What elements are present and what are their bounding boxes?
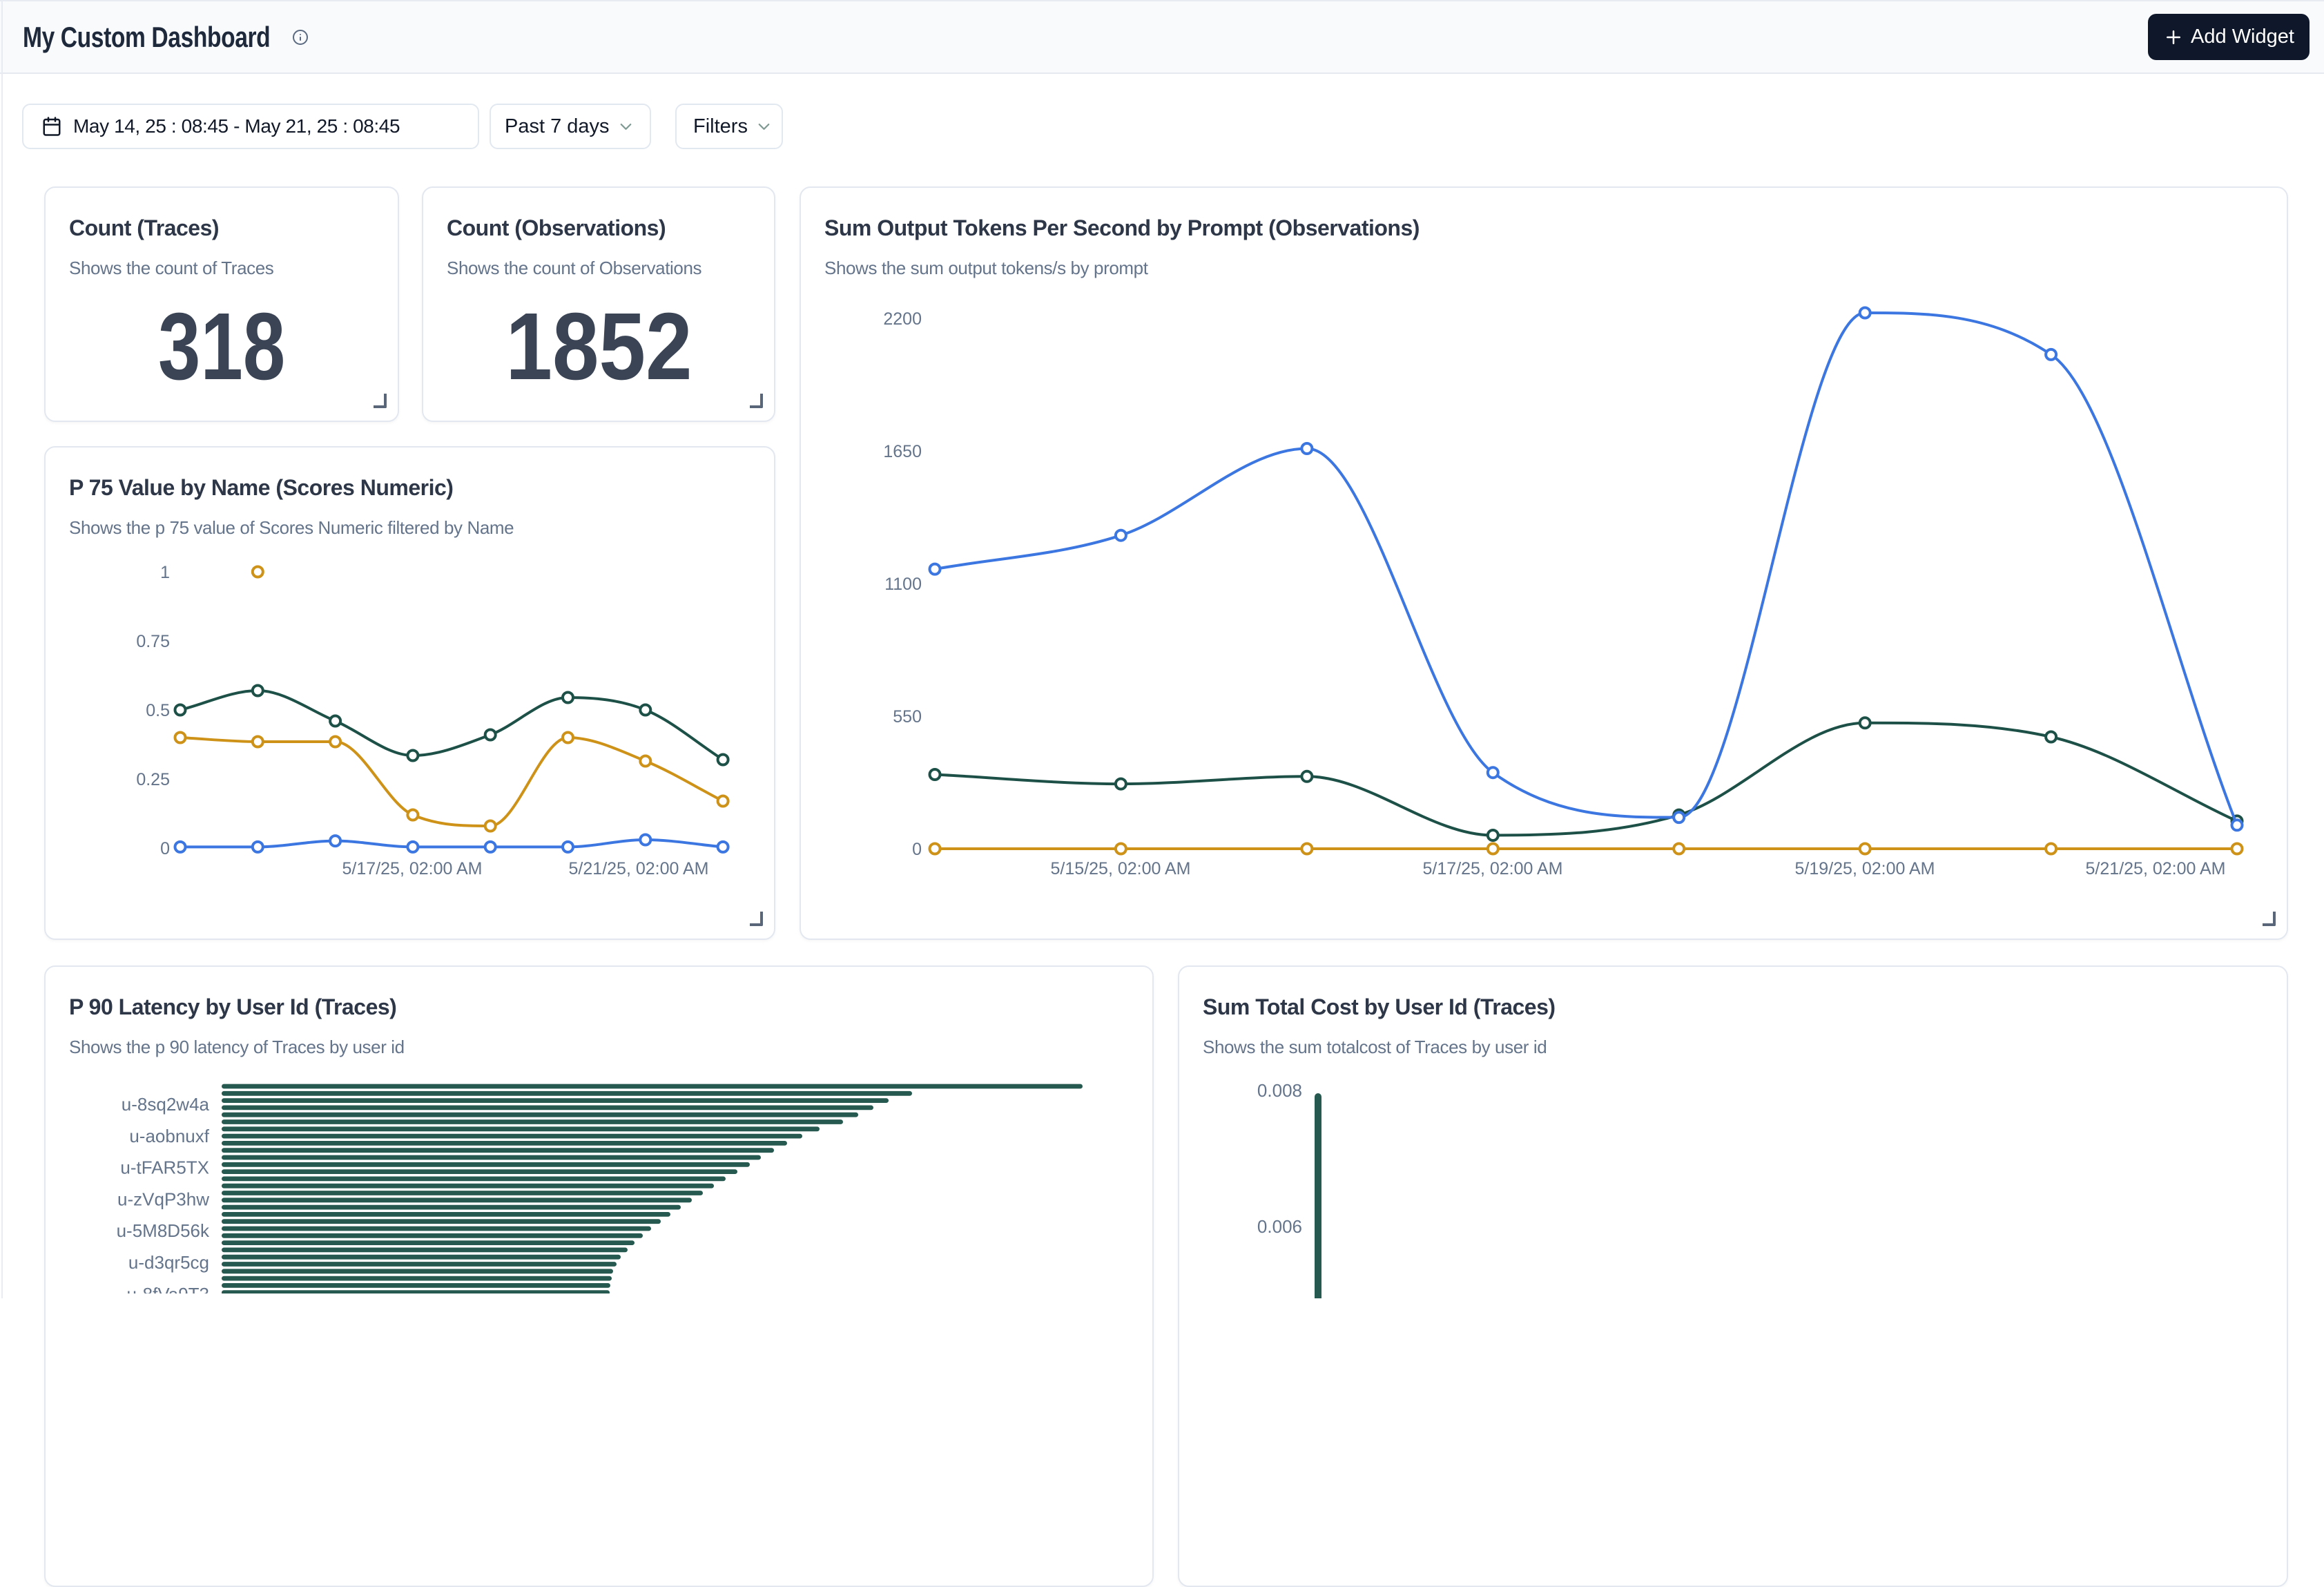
svg-text:0: 0	[160, 839, 170, 858]
svg-text:1650: 1650	[883, 442, 922, 461]
svg-text:u-8fVa9T3: u-8fVa9T3	[127, 1284, 209, 1293]
svg-text:0.5: 0.5	[146, 701, 170, 720]
svg-text:5/21/25, 02:00 AM: 5/21/25, 02:00 AM	[569, 859, 709, 878]
svg-text:550: 550	[893, 707, 922, 727]
svg-text:u-5M8D56k: u-5M8D56k	[117, 1220, 210, 1241]
svg-text:5/21/25, 02:00 AM: 5/21/25, 02:00 AM	[2086, 859, 2226, 878]
svg-text:0: 0	[912, 840, 922, 859]
svg-text:5/17/25, 02:00 AM: 5/17/25, 02:00 AM	[1423, 859, 1563, 878]
svg-text:1: 1	[160, 563, 170, 582]
svg-text:1100: 1100	[884, 575, 922, 594]
svg-text:u-zVqP3hw: u-zVqP3hw	[117, 1189, 209, 1209]
svg-text:5/15/25, 02:00 AM: 5/15/25, 02:00 AM	[1051, 859, 1191, 878]
svg-text:u-8sq2w4a: u-8sq2w4a	[122, 1094, 210, 1115]
svg-text:2200: 2200	[883, 309, 922, 329]
svg-text:u-d3qr5cg: u-d3qr5cg	[128, 1252, 209, 1273]
svg-text:5/17/25, 02:00 AM: 5/17/25, 02:00 AM	[342, 859, 483, 878]
svg-text:u-tFAR5TX: u-tFAR5TX	[120, 1157, 209, 1178]
svg-text:u-aobnuxf: u-aobnuxf	[129, 1126, 209, 1146]
svg-text:0.006: 0.006	[1257, 1216, 1302, 1237]
svg-text:0.75: 0.75	[136, 632, 170, 651]
svg-text:0.25: 0.25	[136, 770, 170, 789]
svg-text:0.008: 0.008	[1257, 1080, 1302, 1101]
svg-text:5/19/25, 02:00 AM: 5/19/25, 02:00 AM	[1795, 859, 1935, 878]
